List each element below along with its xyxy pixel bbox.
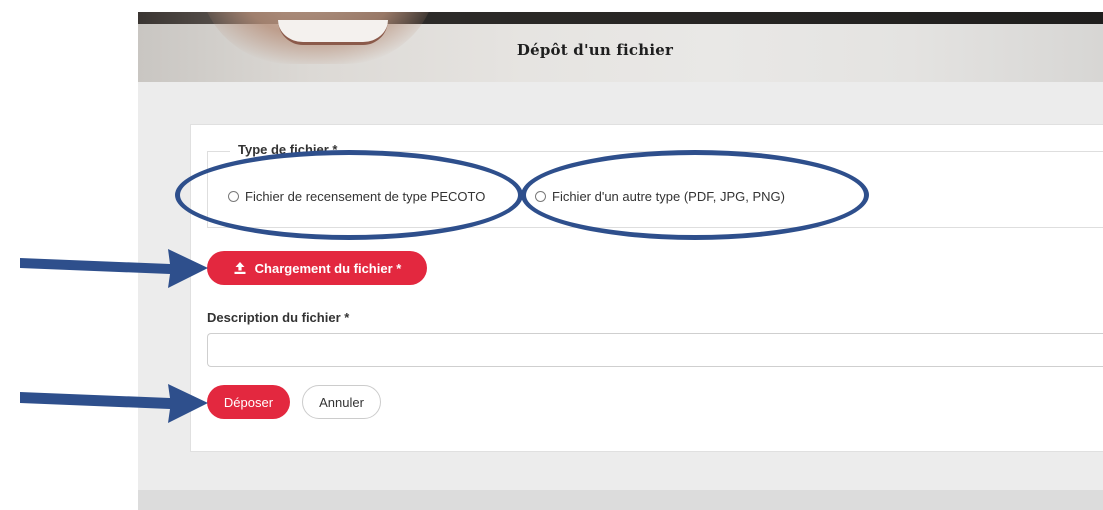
description-input[interactable] [207,333,1103,367]
description-label: Description du fichier * [207,310,350,325]
upload-icon [234,262,246,274]
radio-option-pecoto[interactable]: Fichier de recensement de type PECOTO [228,189,485,204]
page-footer-band [138,490,1103,510]
file-type-legend: Type de fichier * [230,142,346,157]
radio-option-other-type-label: Fichier d'un autre type (PDF, JPG, PNG) [552,189,785,204]
radio-unchecked-icon[interactable] [535,191,546,202]
radio-option-other-type[interactable]: Fichier d'un autre type (PDF, JPG, PNG) [535,189,785,204]
radio-option-pecoto-label: Fichier de recensement de type PECOTO [245,189,486,204]
page: Dépôt d'un fichier Type de fichier * Fic… [0,0,1103,510]
upload-file-button[interactable]: Chargement du fichier * [207,251,427,285]
page-title: Dépôt d'un fichier [516,41,674,59]
upload-file-button-label: Chargement du fichier * [254,260,402,276]
radio-unchecked-icon[interactable] [228,191,239,202]
submit-button[interactable]: Déposer [207,385,290,419]
cancel-button[interactable]: Annuler [302,385,381,419]
